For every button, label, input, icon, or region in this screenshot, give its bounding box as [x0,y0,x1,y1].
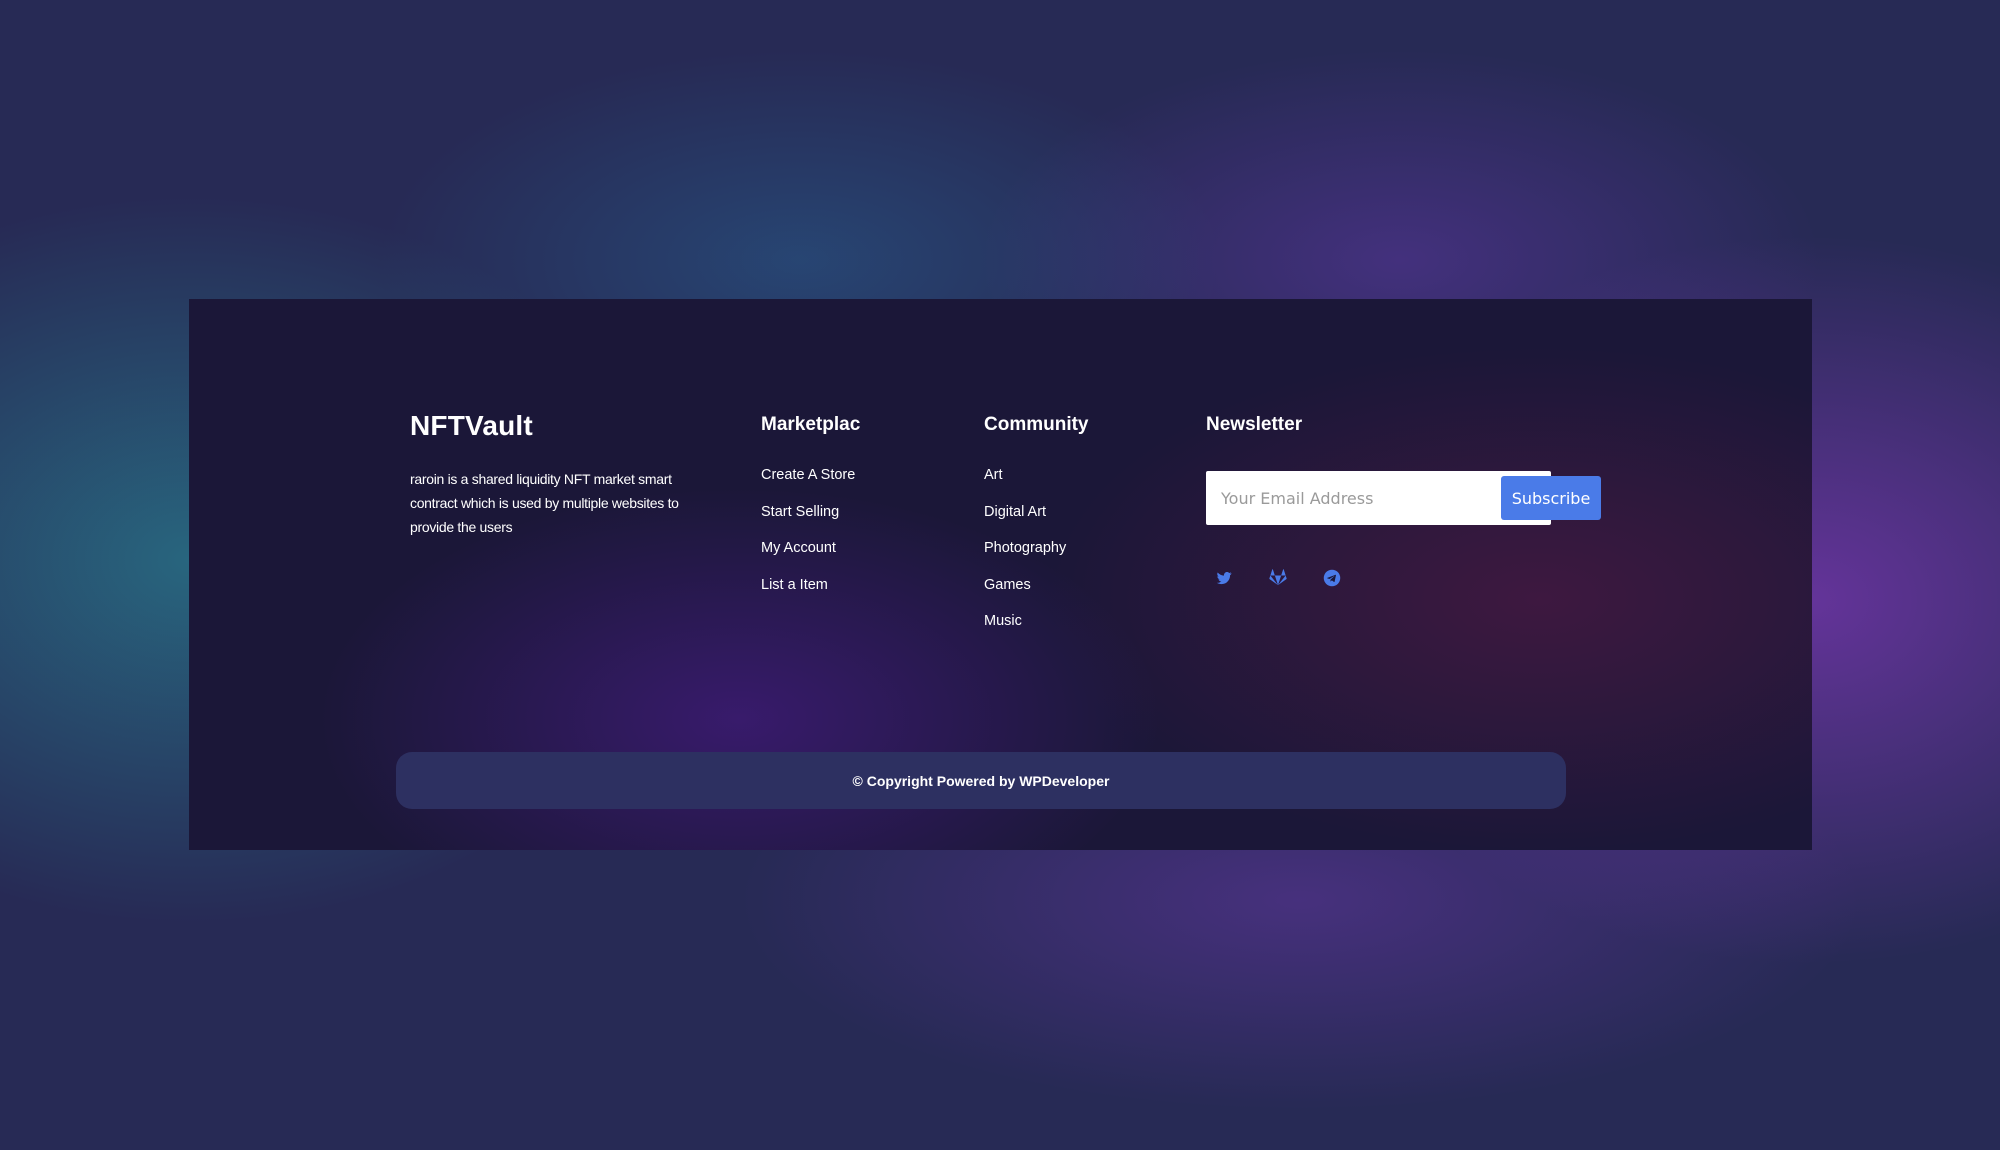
newsletter-form: Subscribe [1206,471,1601,525]
site-footer: NFTVault raroin is a shared liquidity NF… [189,299,1812,850]
marketplace-links: Create A Store Start Selling My Account … [761,465,855,611]
link-art[interactable]: Art [984,465,1066,502]
copyright-bar: © Copyright Powered by WPDeveloper [396,752,1566,809]
gitlab-icon[interactable] [1269,569,1289,589]
link-start-selling[interactable]: Start Selling [761,502,855,539]
link-music[interactable]: Music [984,611,1066,648]
subscribe-button[interactable]: Subscribe [1501,476,1601,520]
brand-description: raroin is a shared liquidity NFT market … [410,471,679,535]
link-games[interactable]: Games [984,575,1066,612]
link-photography[interactable]: Photography [984,538,1066,575]
community-links: Art Digital Art Photography Games Music [984,465,1066,648]
email-input[interactable] [1206,471,1482,525]
link-digital-art[interactable]: Digital Art [984,502,1066,539]
telegram-icon[interactable] [1323,569,1343,589]
community-heading: Community [984,414,1089,435]
marketplace-heading: Marketplac [761,414,861,435]
link-my-account[interactable]: My Account [761,538,855,575]
link-list-a-item[interactable]: List a Item [761,575,855,612]
link-create-a-store[interactable]: Create A Store [761,465,855,502]
twitter-icon[interactable] [1215,569,1235,589]
copyright-text: © Copyright Powered by WPDeveloper [852,772,1110,789]
brand-logo[interactable]: NFTVault [410,410,533,442]
newsletter-heading: Newsletter [1206,414,1303,435]
